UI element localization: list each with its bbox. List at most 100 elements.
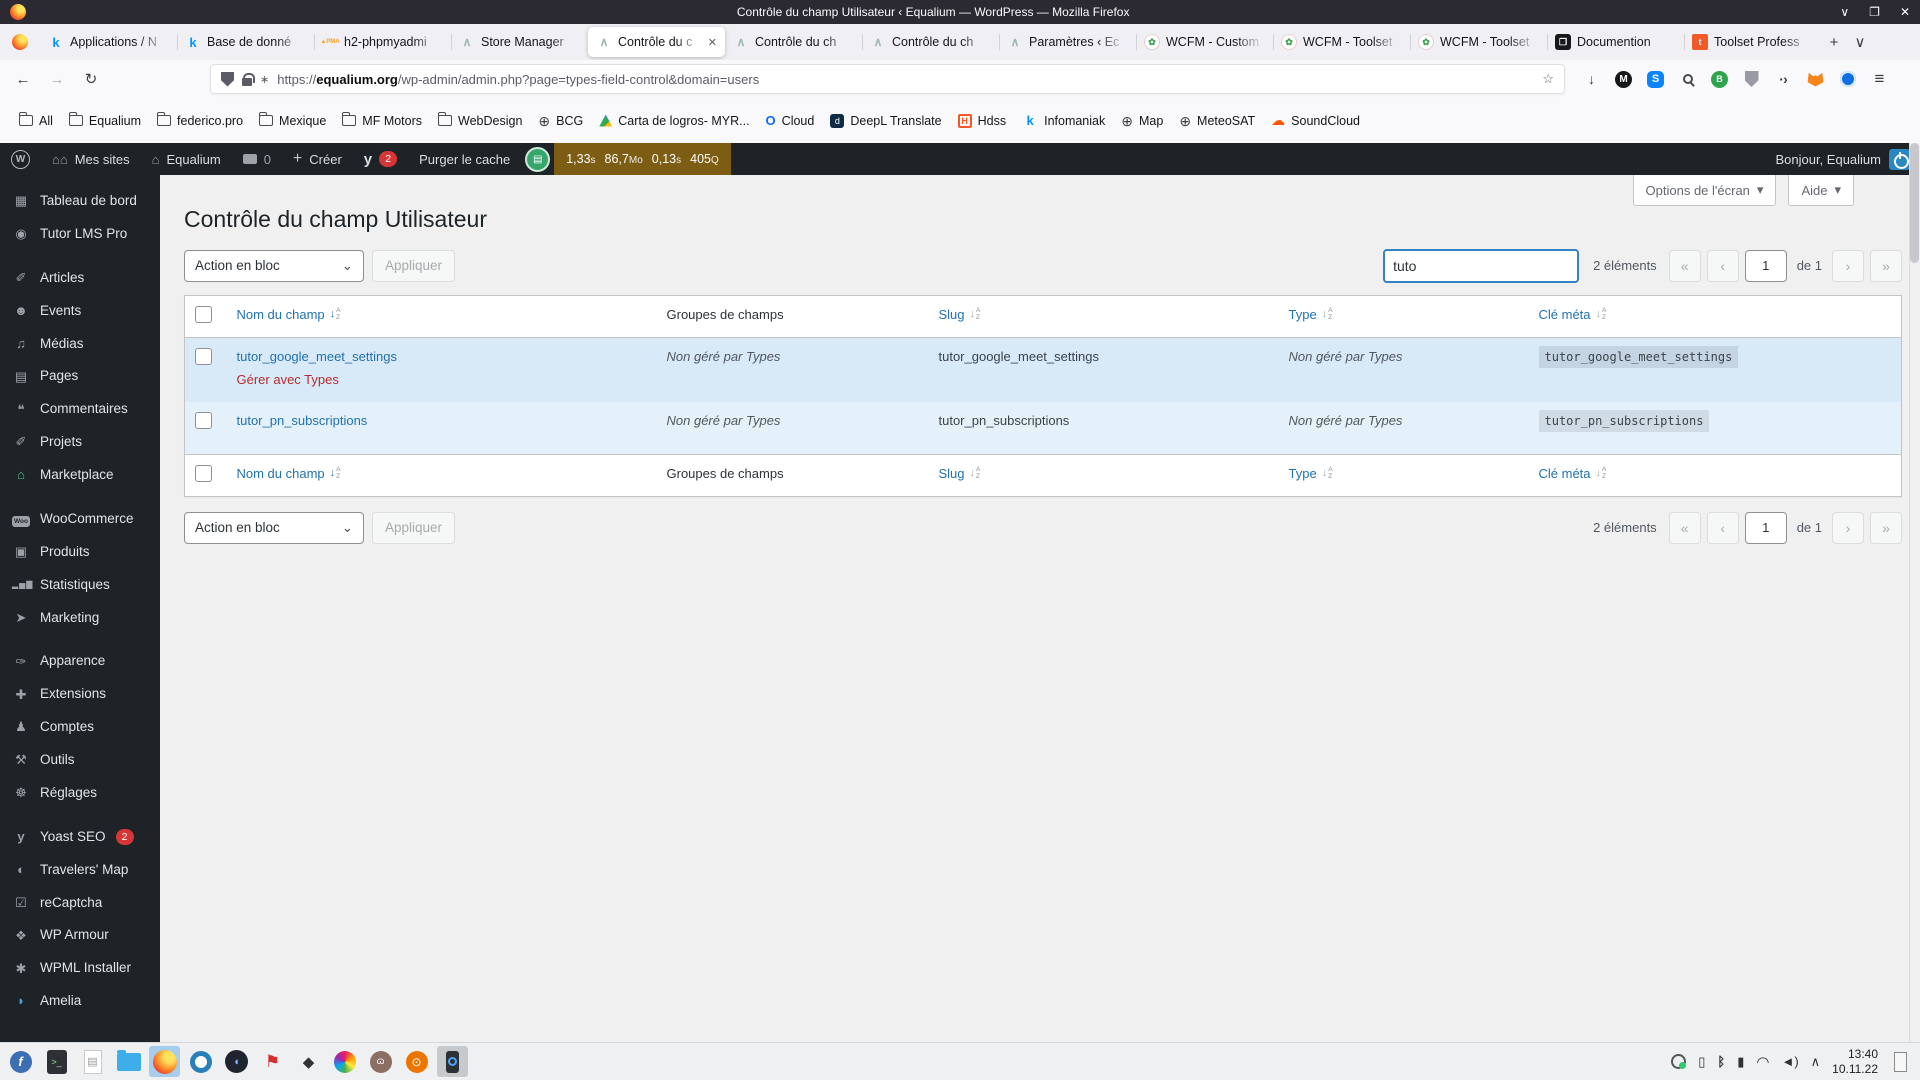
current-page-input[interactable]: 1 [1744, 511, 1787, 544]
tab-base-de-donnees[interactable]: k Base de donné [177, 27, 314, 57]
gimp-launcher[interactable]: ɷ [365, 1046, 396, 1077]
bookmark-federico-pro[interactable]: federico.pro [150, 109, 250, 133]
apply-button[interactable]: Appliquer [372, 249, 456, 282]
sort-column-meta[interactable]: Clé méta ↓ A Z [1539, 307, 1607, 322]
field-name-link[interactable]: tutor_google_meet_settings [237, 349, 397, 364]
back-button[interactable]: ← [8, 65, 38, 93]
window-maximize-button[interactable]: ❐ [1869, 5, 1880, 19]
tab-controle-du-champ-2[interactable]: ∧ Contrôle du ch [725, 27, 862, 57]
field-name-link[interactable]: tutor_pn_subscriptions [237, 413, 368, 428]
clipboard-icon[interactable]: ▯ [1698, 1054, 1705, 1070]
sidebar-item-apparence[interactable]: ✑ Apparence [0, 645, 160, 678]
bluetooth-icon[interactable]: ᛒ [1717, 1054, 1725, 1069]
adminbar-site-name[interactable]: ⌂ Equalium [141, 143, 232, 175]
sort-column-name[interactable]: Nom du champ ↓ A Z [237, 307, 341, 322]
buster-extension-icon[interactable]: B [1711, 70, 1728, 88]
select-all-checkbox[interactable] [195, 464, 212, 482]
sidebar-item-produits[interactable]: ▣ Produits [0, 536, 160, 569]
tab-controle-du-champ-active[interactable]: ∧ Contrôle du c ✕ [588, 27, 725, 57]
tab-phpmyadmin[interactable]: ▲PMA h2-phpmyadmi [314, 27, 451, 57]
sort-column-meta[interactable]: Clé méta ↓ A Z [1539, 466, 1607, 481]
tab-toolset[interactable]: t Toolset Profess [1684, 27, 1821, 57]
sidebar-item-comptes[interactable]: ♟ Comptes [0, 711, 160, 744]
prev-page-button[interactable]: ‹ [1706, 249, 1739, 282]
sidebar-item-woocommerce[interactable]: Woo WooCommerce [0, 503, 160, 536]
reload-button[interactable]: ↻ [76, 65, 106, 93]
metamask-icon[interactable] [1807, 72, 1824, 87]
bookmark-all[interactable]: All [12, 109, 60, 133]
firefox-taskbar-button[interactable] [149, 1046, 180, 1077]
notes-launcher[interactable]: ▤ [77, 1046, 108, 1077]
manage-with-types-link[interactable]: Gérer avec Types [237, 372, 647, 387]
next-page-button[interactable]: › [1832, 511, 1864, 544]
scrcpy-taskbar-button[interactable] [437, 1046, 468, 1077]
bookmark-infomaniak[interactable]: k Infomaniak [1015, 108, 1112, 134]
hamburger-menu-icon[interactable]: ≡ [1867, 67, 1892, 92]
taskbar-clock[interactable]: 13:40 10.11.22 [1832, 1047, 1878, 1076]
fedora-menu-button[interactable]: f [5, 1046, 36, 1077]
sidebar-item-amelia[interactable]: ◗ Amelia [0, 985, 160, 1018]
sidebar-item-travelers-map[interactable]: ◐ Travelers' Map [0, 854, 160, 887]
screenshot-search-icon[interactable] [1682, 74, 1693, 84]
window-minimize-button[interactable]: ∨ [1840, 5, 1849, 19]
tab-wcfm-toolset-1[interactable]: ✿ WCFM - Toolset [1273, 27, 1410, 57]
adminbar-store-button[interactable]: ▤ [521, 143, 554, 175]
tab-close-icon[interactable]: ✕ [708, 36, 717, 49]
okular-launcher[interactable] [185, 1046, 216, 1077]
adminbar-purge-cache[interactable]: Purger le cache [408, 143, 521, 175]
skype-extension-icon[interactable]: S [1647, 70, 1664, 88]
prev-page-button[interactable]: ‹ [1706, 511, 1739, 544]
row-checkbox[interactable] [195, 411, 212, 429]
privacy-shield-icon[interactable] [1744, 71, 1759, 87]
sidebar-item-yoast-seo[interactable]: y Yoast SEO 2 [0, 821, 160, 854]
current-page-input[interactable]: 1 [1744, 249, 1787, 282]
lock-icon[interactable] [242, 72, 255, 86]
blue-circle-extension-icon[interactable] [1839, 71, 1856, 87]
sidebar-item-reglages[interactable]: ☸ Réglages [0, 777, 160, 810]
sidebar-item-medias[interactable]: ♫ Médias [0, 328, 160, 361]
tab-controle-du-champ-3[interactable]: ∧ Contrôle du ch [862, 27, 999, 57]
adminbar-yoast[interactable]: y2 [353, 143, 408, 175]
sidebar-item-extensions[interactable]: ✚ Extensions [0, 678, 160, 711]
search-input[interactable] [1383, 248, 1580, 283]
sidebar-item-wp-armour[interactable]: ❖ WP Armour [0, 919, 160, 952]
show-desktop-button[interactable] [1894, 1051, 1907, 1072]
bookmark-deepl[interactable]: d DeepL Translate [823, 109, 948, 133]
bookmark-hdss[interactable]: H Hdss [951, 109, 1013, 133]
url-bar[interactable]: ∗ https://equalium.org/wp-admin/admin.ph… [210, 64, 1565, 94]
last-page-button[interactable]: » [1870, 249, 1902, 282]
sidebar-item-wpml-installer[interactable]: ✱ WPML Installer [0, 952, 160, 985]
query-monitor-stats[interactable]: 1,33s 86,7Mo 0,13s 405Q [554, 143, 731, 175]
utility-launcher[interactable]: ⚑ [257, 1046, 288, 1077]
bulk-action-select[interactable]: Action en bloc ⌄ [184, 249, 364, 282]
sidebar-item-statistiques[interactable]: ▂▅▇ Statistiques [0, 569, 160, 602]
tab-applications[interactable]: k Applications / N [40, 27, 177, 57]
first-page-button[interactable]: « [1668, 249, 1701, 282]
sort-column-slug[interactable]: Slug ↓ A Z [939, 466, 981, 481]
adminbar-new-content[interactable]: + Créer [282, 143, 353, 175]
last-page-button[interactable]: » [1870, 511, 1902, 544]
page-scrollbar[interactable] [1909, 143, 1920, 1042]
bookmark-star-icon[interactable]: ☆ [1542, 71, 1554, 87]
tab-documention[interactable]: ❒ Documention [1547, 27, 1684, 57]
sidebar-item-events[interactable]: ☻ Events [0, 295, 160, 328]
sidebar-item-projets[interactable]: ✐ Projets [0, 426, 160, 459]
wifi-icon[interactable]: ◠ [1756, 1053, 1769, 1071]
firefox-view-button[interactable] [6, 28, 34, 56]
tracking-protection-shield-icon[interactable] [221, 71, 234, 87]
sidebar-item-marketing[interactable]: ➤ Marketing [0, 602, 160, 635]
sort-column-slug[interactable]: Slug ↓ A Z [939, 307, 981, 322]
bookmark-meteosat[interactable]: ⊕ MeteoSAT [1172, 109, 1262, 133]
diamond-app-launcher[interactable]: ◆ [293, 1046, 324, 1077]
session-arrow-icon[interactable]: ∙› [1771, 67, 1796, 92]
adminbar-howdy[interactable]: Bonjour, Equalium [1775, 152, 1881, 167]
window-close-button[interactable]: ✕ [1900, 5, 1910, 19]
sidebar-item-articles[interactable]: ✐ Articles [0, 262, 160, 295]
sidebar-item-outils[interactable]: ⚒ Outils [0, 744, 160, 777]
bookmark-mf-motors[interactable]: MF Motors [335, 109, 429, 133]
bookmark-carta-de-logros[interactable]: Carta de logros- MYR... [592, 109, 756, 133]
downloads-icon[interactable]: ↓ [1579, 67, 1604, 92]
bookmark-webdesign[interactable]: WebDesign [431, 109, 529, 133]
screen-options-button[interactable]: Options de l'écran ▾ [1632, 175, 1777, 206]
sidebar-item-tutor-lms-pro[interactable]: ◉ Tutor LMS Pro [0, 218, 160, 251]
